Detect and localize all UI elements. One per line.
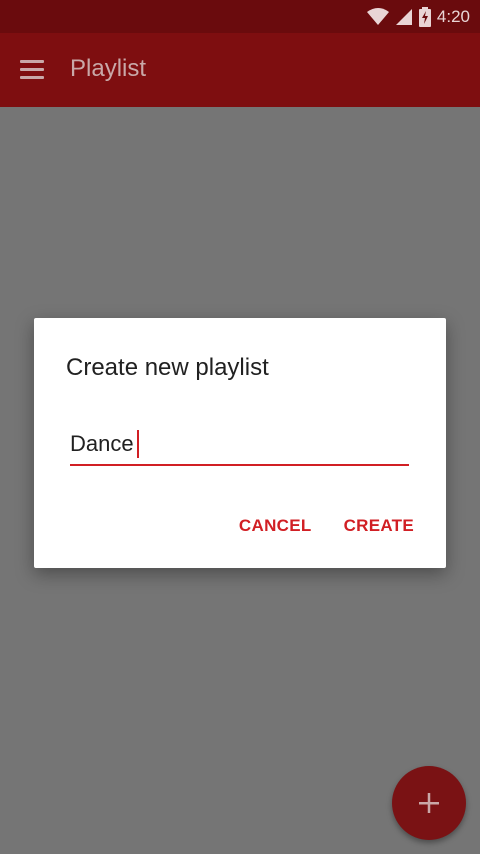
status-bar: 4:20 — [0, 0, 480, 33]
app-bar: Playlist — [0, 33, 480, 107]
signal-icon — [395, 8, 412, 25]
menu-icon[interactable] — [20, 60, 44, 80]
text-cursor — [137, 430, 139, 458]
plus-icon — [419, 793, 439, 813]
add-playlist-fab[interactable] — [392, 766, 466, 840]
cancel-button[interactable]: CANCEL — [239, 516, 312, 536]
playlist-name-input[interactable] — [70, 428, 409, 460]
create-button[interactable]: CREATE — [344, 516, 414, 536]
page-title: Playlist — [70, 55, 147, 82]
status-icons: 4:20 — [366, 0, 470, 33]
dialog-title: Create new playlist — [66, 354, 269, 381]
create-playlist-dialog: Create new playlist CANCEL CREATE — [34, 318, 446, 568]
status-time: 4:20 — [436, 6, 470, 26]
screen: 4:20 Playlist Create new playlist CANCEL… — [0, 0, 480, 854]
wifi-icon — [366, 7, 389, 25]
dialog-actions: CANCEL CREATE — [239, 516, 414, 536]
playlist-name-field[interactable] — [70, 422, 409, 466]
battery-charging-icon — [418, 6, 431, 27]
